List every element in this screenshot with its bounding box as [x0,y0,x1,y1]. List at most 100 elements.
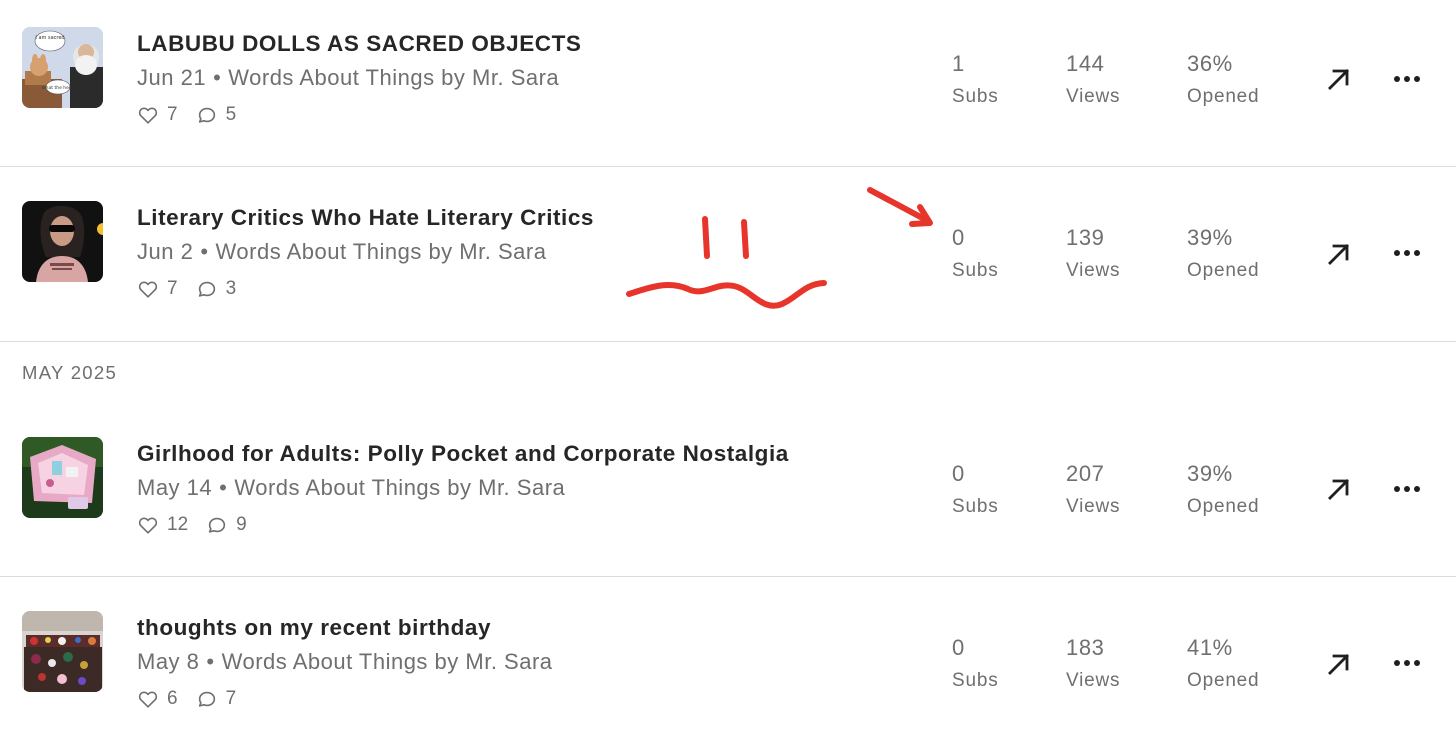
engagement-stats: 7 3 [137,277,254,301]
post-date: May 14 [137,475,213,500]
comment-count: 5 [225,104,237,125]
like-count-group: 12 [137,514,188,536]
post-thumbnail-1[interactable]: I am sacred what the heck [22,27,103,108]
post-meta: Jun 21 • Words About Things by Mr. Sara [137,65,559,91]
comment-count: 7 [225,688,237,709]
views-stat: 207 Views [1066,461,1120,520]
post-title[interactable]: Girlhood for Adults: Polly Pocket and Co… [137,441,789,467]
subs-value: 0 [952,635,965,660]
views-label: Views [1066,260,1121,281]
polly-pocket-thumbnail [22,437,103,518]
heart-icon [138,107,158,124]
subs-label: Subs [952,260,999,281]
more-options-button[interactable] [1390,243,1426,263]
like-count-group: 7 [137,278,178,300]
arrow-up-right-icon [1328,654,1349,675]
engagement-stats: 6 7 [137,687,254,711]
comment-bubble-icon [198,281,215,297]
like-count: 7 [167,278,178,299]
comment-count: 3 [225,278,237,299]
post-date: May 8 [137,649,200,674]
open-post-button[interactable] [1324,649,1354,679]
views-label: Views [1066,670,1121,691]
meta-separator: • [219,475,228,500]
like-count: 12 [167,514,189,535]
birthday-items-thumbnail [22,611,103,692]
opened-label: Opened [1187,670,1260,691]
publication-name: Words About Things by Mr. Sara [221,649,553,674]
views-stat: 183 Views [1066,635,1120,694]
post-row-1[interactable]: I am sacred what the heck LABUBU DOLLS A… [0,0,1456,174]
like-count-group: 6 [137,688,178,710]
comment-bubble-icon [198,691,215,707]
opened-value: 39% [1187,225,1233,250]
subs-label: Subs [952,670,999,691]
person-photo-thumbnail [22,201,103,282]
post-meta: May 14 • Words About Things by Mr. Sara [137,475,565,501]
ellipsis-icon [1394,76,1420,82]
subs-label: Subs [952,496,999,517]
month-section-header: MAY 2025 [22,362,118,383]
open-post-button[interactable] [1324,239,1354,269]
opened-stat: 39% Opened [1187,225,1259,284]
svg-text:I am sacred: I am sacred [35,35,64,41]
like-count-group: 7 [137,104,178,126]
post-date: Jun 2 [137,239,194,264]
views-stat: 144 Views [1066,51,1120,110]
heart-icon [138,691,158,708]
arrow-up-right-icon [1328,69,1349,90]
ellipsis-icon [1394,486,1420,492]
more-options-button[interactable] [1390,69,1426,89]
post-meta: Jun 2 • Words About Things by Mr. Sara [137,239,546,265]
views-value: 183 [1066,635,1105,660]
more-options-button[interactable] [1390,653,1426,673]
publication-name: Words About Things by Mr. Sara [234,475,566,500]
heart-icon [138,517,158,534]
views-label: Views [1066,496,1121,517]
opened-label: Opened [1187,86,1260,107]
subs-value: 1 [952,51,965,76]
like-count: 7 [167,104,178,125]
post-thumbnail-3[interactable] [22,437,103,518]
views-stat: 139 Views [1066,225,1120,284]
post-thumbnail-4[interactable] [22,611,103,692]
post-row-2[interactable]: Literary Critics Who Hate Literary Criti… [0,167,1456,341]
opened-value: 41% [1187,635,1233,660]
opened-stat: 39% Opened [1187,461,1259,520]
post-meta: May 8 • Words About Things by Mr. Sara [137,649,553,675]
row-divider [0,341,1456,342]
opened-label: Opened [1187,496,1260,517]
publication-name: Words About Things by Mr. Sara [228,65,560,90]
subs-stat: 0 Subs [952,225,999,284]
views-value: 144 [1066,51,1105,76]
subs-label: Subs [952,86,999,107]
comment-count-group: 5 [196,104,237,126]
open-post-button[interactable] [1324,474,1354,504]
subs-stat: 0 Subs [952,635,999,694]
post-thumbnail-2[interactable] [22,201,103,282]
post-title[interactable]: thoughts on my recent birthday [137,615,491,641]
opened-value: 36% [1187,51,1233,76]
open-post-button[interactable] [1324,64,1354,94]
comment-bubble-icon [198,107,215,123]
post-row-4[interactable]: thoughts on my recent birthday May 8 • Wor… [0,577,1456,751]
opened-value: 39% [1187,461,1233,486]
opened-stat: 41% Opened [1187,635,1259,694]
meta-separator: • [200,239,209,264]
engagement-stats: 12 9 [137,513,265,537]
opened-label: Opened [1187,260,1260,281]
more-options-button[interactable] [1390,479,1426,499]
meta-separator: • [206,649,215,674]
views-label: Views [1066,86,1121,107]
meme-thumbnail-image: I am sacred what the heck [22,27,103,108]
post-title[interactable]: LABUBU DOLLS AS SACRED OBJECTS [137,31,581,57]
comment-count-group: 3 [196,278,237,300]
comment-count-group: 9 [206,514,247,536]
opened-stat: 36% Opened [1187,51,1259,110]
post-title[interactable]: Literary Critics Who Hate Literary Criti… [137,205,594,231]
heart-icon [138,281,158,298]
ellipsis-icon [1394,660,1420,666]
post-row-3[interactable]: Girlhood for Adults: Polly Pocket and Co… [0,402,1456,576]
arrow-up-right-icon [1328,244,1349,265]
arrow-up-right-icon [1328,479,1349,500]
